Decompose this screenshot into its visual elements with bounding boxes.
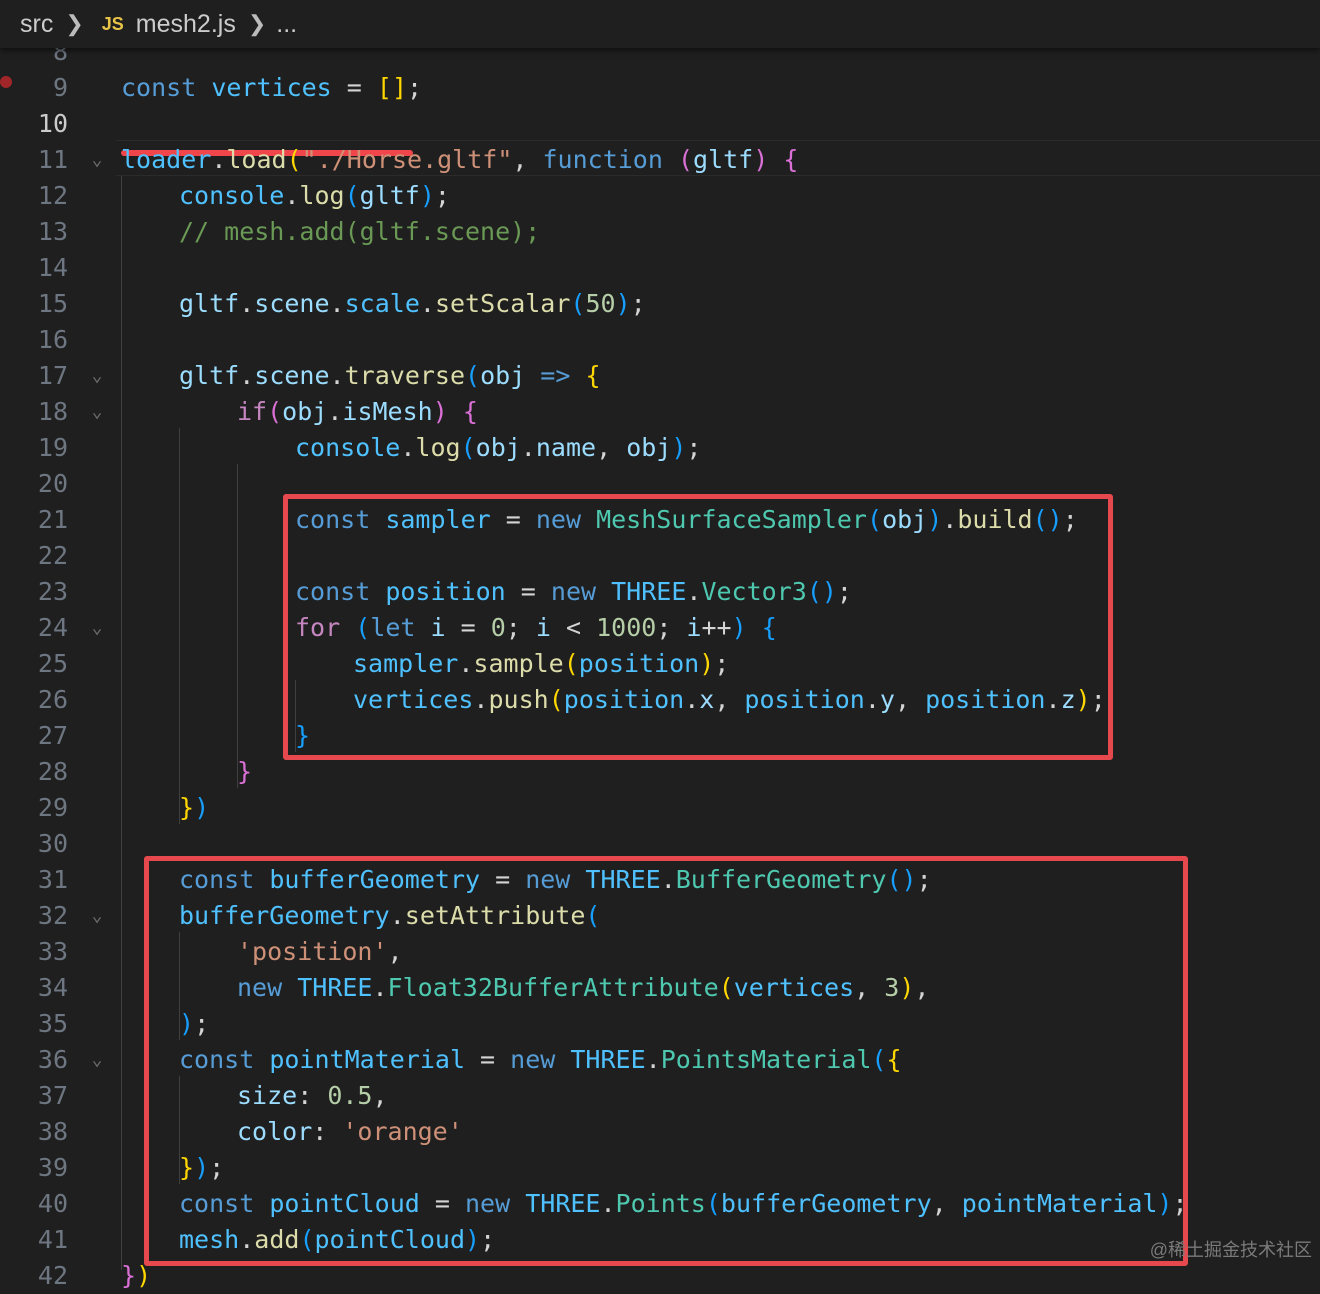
line-number: 22 — [37, 541, 68, 570]
token-punct: , — [596, 433, 627, 462]
token-bracket: ( — [286, 145, 302, 174]
red-highlight-box-pointcloud — [144, 856, 1188, 1266]
breadcrumb-symbol-more[interactable]: ... — [276, 10, 297, 39]
token-keyword: if — [237, 397, 268, 426]
token-bracket: ) — [753, 145, 769, 174]
token-punct: . — [520, 433, 536, 462]
token-variable: console — [179, 181, 285, 210]
token-bracket: } — [179, 793, 195, 822]
token-bracket: ( — [344, 181, 360, 210]
token-punct: ; — [630, 289, 646, 318]
token-bracket: ( — [677, 145, 694, 174]
token-bracket: ) — [432, 397, 448, 426]
token-punct: ; — [434, 181, 450, 210]
red-highlight-box-sampler — [283, 494, 1113, 760]
token-string: "./Horse.gltf" — [301, 145, 513, 174]
token-punct: ; — [686, 433, 702, 462]
token-parameter: gltf — [359, 181, 420, 210]
code-line[interactable]: // mesh.add(gltf.scene); — [0, 214, 1320, 250]
token-parameter: gltf — [693, 145, 754, 174]
token-bracket: ) — [194, 793, 210, 822]
token-bracket: } — [121, 1261, 137, 1290]
code-line[interactable]: loader.load("./Horse.gltf", function (gl… — [0, 142, 1320, 178]
token-punct: . — [327, 397, 343, 426]
gutter-row: 10 — [0, 106, 1320, 142]
token-bracket: ) — [671, 433, 687, 462]
token-bracket: ( — [267, 397, 283, 426]
code-line[interactable]: }) — [0, 790, 1320, 826]
code-line[interactable]: console.log(obj.name, obj); — [0, 430, 1320, 466]
token-punct: . — [419, 289, 435, 318]
token-arrow: => — [525, 361, 586, 390]
token-function: load — [226, 145, 287, 174]
token-variable: console — [295, 433, 401, 462]
token-function: traverse — [344, 361, 466, 390]
token-parameter: obj — [475, 433, 521, 462]
token-parameter: obj — [626, 433, 672, 462]
token-punct: . — [400, 433, 416, 462]
code-line[interactable]: gltf.scene.scale.setScalar(50); — [0, 286, 1320, 322]
gutter-row: 14 — [0, 250, 1320, 286]
gutter-row: 16 — [0, 322, 1320, 358]
token-bracket: ) — [615, 289, 631, 318]
token-keyword: function — [542, 145, 663, 174]
token-property: scale — [344, 289, 420, 318]
watermark: @稀土掘金技术社区 — [1149, 1240, 1312, 1260]
javascript-file-icon: JS — [101, 13, 124, 34]
chevron-right-icon: ❯ — [247, 11, 267, 36]
token-bracket: ) — [419, 181, 435, 210]
token-punct: . — [211, 145, 227, 174]
token-bracket: } — [237, 757, 253, 786]
token-bracket: ( — [460, 433, 476, 462]
token-parameter: gltf — [179, 361, 240, 390]
token-punct: . — [239, 361, 255, 390]
token-parameter: gltf — [179, 289, 240, 318]
token-parameter: obj — [282, 397, 328, 426]
line-number: 14 — [37, 253, 68, 282]
code-line[interactable]: if(obj.isMesh) { — [0, 394, 1320, 430]
token-keyword: const — [121, 73, 197, 102]
token-bracket: { — [768, 145, 799, 174]
token-variable: loader — [121, 145, 212, 174]
token-property: scene — [254, 289, 330, 318]
token-property: scene — [254, 361, 330, 390]
token-punct: . — [284, 181, 300, 210]
token-punct: . — [329, 361, 345, 390]
token-comment: // mesh.add(gltf.scene); — [179, 217, 541, 246]
line-number: 10 — [37, 109, 68, 138]
token-punct: ; — [407, 73, 423, 102]
line-number: 20 — [37, 469, 68, 498]
token-bracket: { — [447, 397, 478, 426]
code-line[interactable]: gltf.scene.traverse(obj => { — [0, 358, 1320, 394]
code-line[interactable]: const vertices = []; — [0, 70, 1320, 106]
token-function: setScalar — [434, 289, 571, 318]
token-bracket: ( — [465, 361, 481, 390]
token-punct: . — [329, 289, 345, 318]
token-function: log — [299, 181, 345, 210]
token-bracket: [] — [376, 73, 408, 102]
breadcrumb-file[interactable]: mesh2.js — [136, 10, 236, 39]
token-property: name — [535, 433, 597, 462]
token-function: log — [415, 433, 461, 462]
breadcrumb: src ❯ JS mesh2.js ❯ ... — [0, 0, 1320, 48]
token-punct: . — [239, 289, 255, 318]
code-editor[interactable]: 8 9 10 11 ⌄ 12 13 14 15 16 17 ⌄ 18 ⌄ 19 20 21 22 23 24 ⌄ 25 26… — [0, 34, 1320, 1290]
token-number: 50 — [585, 289, 616, 318]
line-number: 16 — [37, 325, 68, 354]
token-variable: vertices — [211, 73, 332, 102]
token-property: isMesh — [342, 397, 433, 426]
code-line[interactable]: console.log(gltf); — [0, 178, 1320, 214]
line-number: 30 — [37, 829, 68, 858]
token-operator: = — [331, 73, 377, 102]
chevron-right-icon: ❯ — [65, 11, 84, 36]
token-punct: , — [512, 145, 543, 174]
token-bracket: ( — [570, 289, 586, 318]
breadcrumb-folder-src[interactable]: src — [20, 10, 53, 39]
token-bracket: { — [585, 361, 601, 390]
token-parameter: obj — [480, 361, 526, 390]
